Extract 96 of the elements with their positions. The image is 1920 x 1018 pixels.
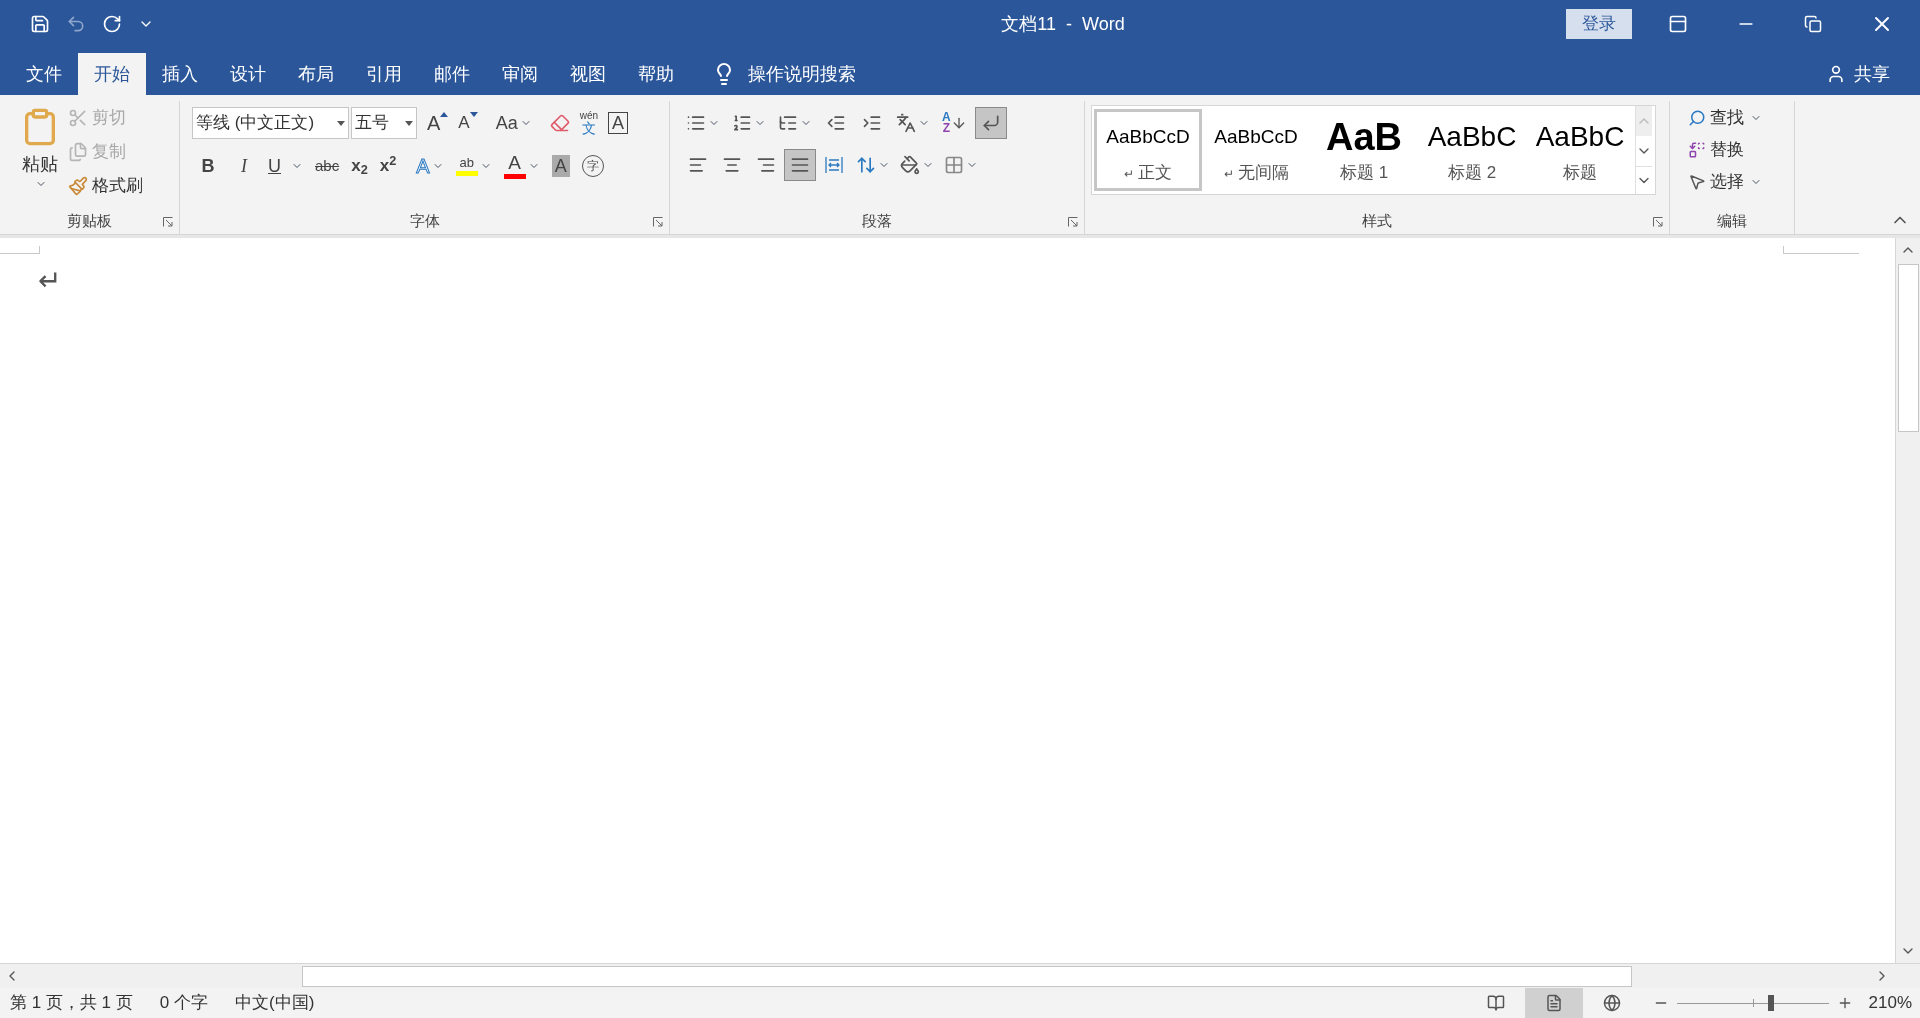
paragraph-mark: ↵ <box>38 264 61 298</box>
outdent-icon <box>826 113 846 133</box>
group-label: 字体 <box>409 210 440 231</box>
ribbon-tab[interactable]: 插入 <box>146 53 214 95</box>
select-button[interactable]: 选择 <box>1684 167 1794 197</box>
dropdown-arrow-icon <box>469 112 478 117</box>
style-item[interactable]: AaB 标题 1 <box>1310 109 1418 191</box>
shrink-font-button[interactable]: A <box>454 108 482 138</box>
dropdown-arrow-icon <box>405 120 413 126</box>
style-item[interactable]: AaBbC 标题 2 <box>1418 109 1526 191</box>
share-button[interactable]: 共享 <box>1826 53 1890 95</box>
underline-button[interactable]: U <box>264 151 307 181</box>
page-corner-mark <box>0 246 40 254</box>
dialog-launcher-icon[interactable] <box>163 217 173 227</box>
ribbon-tab[interactable]: 邮件 <box>418 53 486 95</box>
subscript-button[interactable]: x$_{2}$ <box>347 151 372 181</box>
find-button[interactable]: 查找 <box>1684 103 1794 133</box>
zoom-slider-thumb[interactable] <box>1767 995 1774 1011</box>
font-name-dropdown[interactable]: 等线 (中文正文) <box>192 107 349 139</box>
numbered-list-icon <box>732 113 752 133</box>
group-label: 段落 <box>862 210 892 231</box>
globe-icon <box>1602 994 1621 1012</box>
scissors-icon <box>68 108 88 128</box>
style-item[interactable]: AaBbCcD ↵ 正文 <box>1094 109 1202 191</box>
bold-button[interactable]: B <box>192 151 224 181</box>
font-size-dropdown[interactable]: 五号 <box>351 107 417 139</box>
indent-icon <box>862 113 882 133</box>
italic-button[interactable]: I <box>228 151 260 181</box>
sort-button[interactable]: A Z <box>938 107 971 139</box>
undo-icon[interactable] <box>66 14 86 34</box>
superscript-button[interactable]: x$^{2}$ <box>375 151 401 181</box>
group-label: 样式 <box>1362 210 1392 231</box>
painter-button[interactable]: 格式刷 <box>68 171 143 201</box>
style-item[interactable]: AaBbC 标题 <box>1526 109 1634 191</box>
scrollbar-thumb[interactable] <box>1897 264 1919 432</box>
login-button[interactable]: 登录 <box>1566 9 1632 39</box>
font-color-button[interactable]: A <box>499 151 544 181</box>
group-label: 剪贴板 <box>67 210 112 231</box>
paste-button[interactable]: 粘贴 <box>20 103 60 208</box>
dialog-launcher-icon[interactable] <box>1653 217 1663 227</box>
style-item[interactable]: AaBbCcD ↵ 无间隔 <box>1202 109 1310 191</box>
page-icon <box>1544 994 1563 1012</box>
strikethrough-button[interactable]: abc <box>311 151 344 181</box>
window-title: 文档11 - Word <box>1001 12 1125 36</box>
ribbon-tab[interactable]: 开始 <box>78 53 146 95</box>
paintbrush-icon <box>68 176 88 196</box>
view-button[interactable] <box>1524 988 1583 1018</box>
change-case-button[interactable]: Aa <box>491 108 536 138</box>
eraser-icon <box>549 113 570 133</box>
user-icon <box>1826 64 1846 84</box>
highlight-color-button[interactable]: ab <box>451 151 496 181</box>
paint-bucket-icon <box>900 155 920 175</box>
replace-icon <box>1688 141 1706 159</box>
ribbon-tab[interactable]: 布局 <box>282 53 350 95</box>
justify-button[interactable] <box>784 149 816 181</box>
search-icon <box>1688 109 1706 127</box>
ribbon-tab[interactable]: 文件 <box>10 53 78 95</box>
align-right-icon <box>756 155 776 175</box>
scrollbar-thumb[interactable] <box>302 965 1632 987</box>
distributed-icon <box>824 155 844 175</box>
ribbon-tab[interactable]: 帮助 <box>622 53 690 95</box>
group-label: 编辑 <box>1717 210 1747 231</box>
save-icon[interactable] <box>30 14 50 34</box>
multilevel-list-icon <box>778 113 798 133</box>
show-hide-marks-button[interactable] <box>974 107 1007 139</box>
grow-font-button[interactable]: A <box>423 108 453 138</box>
line-spacing-icon <box>856 155 876 175</box>
ribbon-tab[interactable]: 视图 <box>554 53 622 95</box>
ribbon-display-options-icon[interactable] <box>1668 14 1688 34</box>
align-left-icon <box>688 155 708 175</box>
borders-icon <box>944 155 964 175</box>
ribbon-tab[interactable]: 引用 <box>350 53 418 95</box>
copy-icon <box>68 142 88 162</box>
phonetic-guide-button[interactable]: wén 文 <box>575 108 603 138</box>
dialog-launcher-icon[interactable] <box>1068 217 1078 227</box>
ribbon-tab[interactable]: 设计 <box>214 53 282 95</box>
language-status[interactable]: 中文(中国) <box>235 990 315 1016</box>
justify-icon <box>790 155 810 175</box>
zoom-level[interactable]: 210% <box>1868 990 1912 1016</box>
replace-button[interactable]: 替换 <box>1684 135 1794 165</box>
page-count[interactable]: 第 1 页，共 1 页 <box>10 990 133 1016</box>
bulleted-list-icon <box>686 113 706 133</box>
dialog-launcher-icon[interactable] <box>653 217 663 227</box>
tell-me-search[interactable]: 操作说明搜索 <box>712 53 856 95</box>
align-center-icon <box>722 155 742 175</box>
dropdown-arrow-icon <box>337 120 345 126</box>
book-icon <box>1486 994 1505 1012</box>
pointer-icon <box>1688 173 1706 191</box>
vertical-scrollbar[interactable] <box>1895 238 1920 963</box>
horizontal-scrollbar[interactable] <box>0 963 1920 988</box>
redo-icon[interactable] <box>102 14 122 34</box>
word-count[interactable]: 0 个字 <box>159 990 208 1016</box>
triangle-up-icon <box>440 112 449 117</box>
restore-icon[interactable] <box>1804 15 1822 33</box>
paragraph-mark-icon <box>980 113 1001 133</box>
ribbon-tab[interactable]: 审阅 <box>486 53 554 95</box>
